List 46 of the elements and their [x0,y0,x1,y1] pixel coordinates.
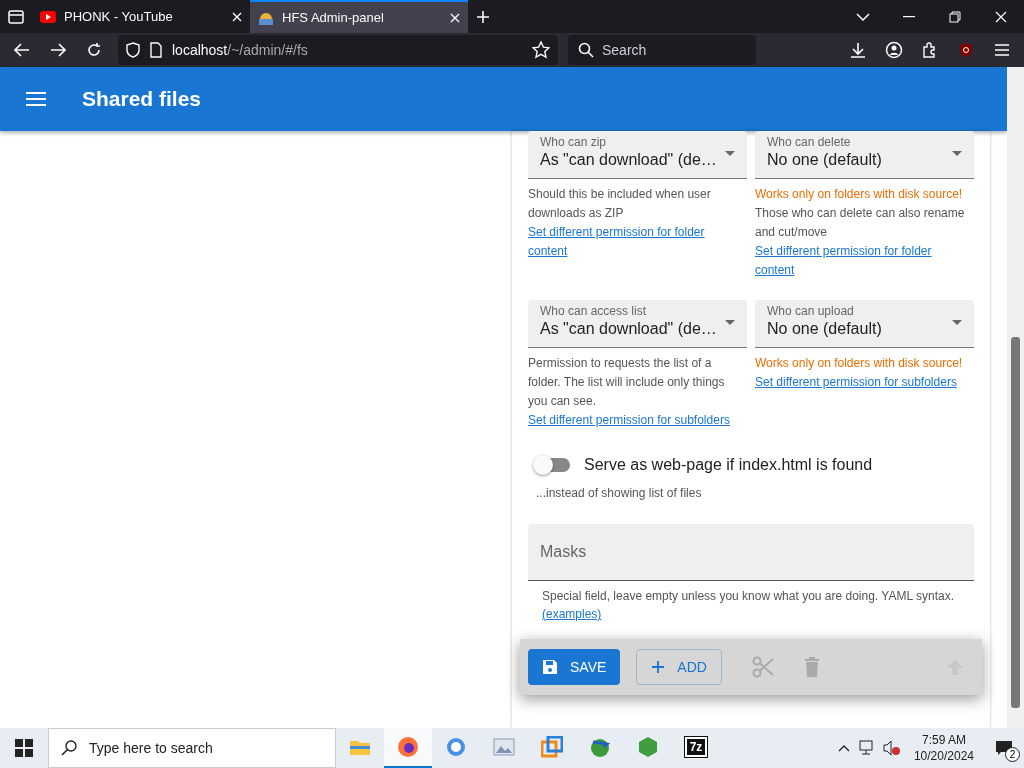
permission-link[interactable]: Set different permission for folder content [755,242,974,280]
helper-text: Should this be included when user downloads as ZIP [528,186,712,222]
search-icon [578,42,594,58]
select-field[interactable]: Who can zip As "can download" (de… [528,131,747,179]
page-icon [150,42,162,58]
clock[interactable]: 7:59 AM 10/20/2024 [903,732,984,764]
masks-field[interactable]: Masks [528,524,974,581]
warning-text: Works only on folders with disk source! [755,186,964,203]
select-field[interactable]: Who can delete No one (default) [755,131,974,179]
toggle-label: Serve as web-page if index.html is found [584,456,873,474]
select-field[interactable]: Who can access list As "can download" (de… [528,300,747,348]
toggle-switch[interactable] [536,458,570,472]
close-icon[interactable] [232,11,242,22]
play-logo-icon [40,10,56,23]
permission-link[interactable]: Set different permission for folder content [528,223,747,261]
select-field[interactable]: Who can upload No one (default) [755,300,974,348]
caret-icon [725,320,735,325]
examples-link[interactable]: (examples) [542,607,602,621]
caret-icon [952,320,962,325]
permission-link[interactable]: Set different permission for subfolders [755,373,974,392]
helper-text: Those who can delete can also rename and cut/move [755,205,966,241]
save-button[interactable]: SAVE [528,649,621,685]
browser-tab[interactable]: PHONK - YouTube [32,0,250,33]
warning-text: Works only on folders with disk source! [755,355,964,372]
search-icon [61,740,77,756]
sun-logo-icon [258,10,274,25]
menu-icon[interactable] [26,92,46,106]
caret-icon [952,151,962,156]
page-title: Shared files [82,87,202,111]
fox-browser-icon[interactable] [384,728,432,768]
permission-link[interactable]: Set different permission for subfolders [528,411,747,430]
taskbar-search-field[interactable]: Type here to search [48,728,336,768]
shield-icon [126,42,140,58]
address-bar[interactable]: localhost/~/admin/#/fs [118,35,558,65]
helper-text: Permission to requests the list of a folder. The list will include only things you can see. [528,355,726,410]
helper-text: ...instead of showing list of files [535,485,703,500]
star-icon[interactable] [532,41,550,59]
browser-tab[interactable]: HFS Admin-panel [250,0,468,33]
caret-icon [725,151,735,156]
close-icon[interactable] [450,12,460,23]
plus-icon [651,660,666,674]
helper-text: Special field, leave empty unless you know what you are doing. YAML syntax. [541,588,955,603]
scrollbar[interactable] [1007,67,1024,728]
notification-count: 2 [1005,747,1020,762]
search-field[interactable]: Search [568,35,756,65]
url-text: localhost/~/admin/#/fs [172,42,308,58]
